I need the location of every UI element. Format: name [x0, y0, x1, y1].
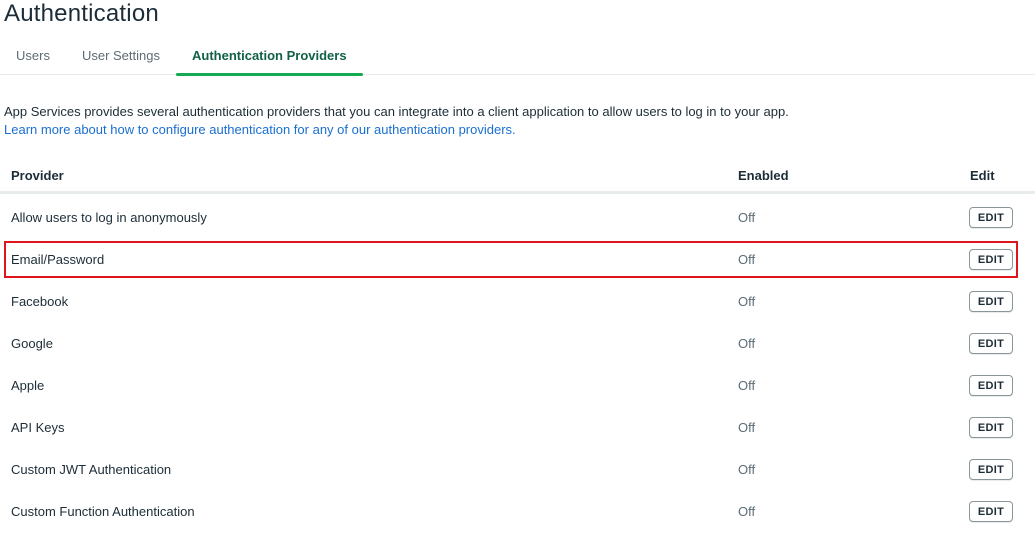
enabled-status: Off	[738, 420, 756, 435]
column-header-enabled: Enabled	[738, 168, 789, 183]
enabled-status: Off	[738, 462, 756, 477]
enabled-status: Off	[738, 210, 756, 225]
edit-google-button[interactable]: EDIT	[969, 333, 1013, 354]
enabled-status: Off	[738, 336, 756, 351]
table-row: Email/Password Off EDIT	[0, 238, 1035, 280]
provider-name: Google	[11, 336, 53, 351]
enabled-status: Off	[738, 252, 756, 267]
tab-authentication-providers[interactable]: Authentication Providers	[176, 40, 363, 76]
provider-table: Allow users to log in anonymously Off ED…	[0, 196, 1035, 532]
table-row: Facebook Off EDIT	[0, 280, 1035, 322]
edit-email-password-button[interactable]: EDIT	[969, 249, 1013, 270]
provider-name: Facebook	[11, 294, 69, 309]
table-row: Custom JWT Authentication Off EDIT	[0, 448, 1035, 490]
provider-name: Allow users to log in anonymously	[11, 210, 207, 225]
edit-facebook-button[interactable]: EDIT	[969, 291, 1013, 312]
table-row: Apple Off EDIT	[0, 364, 1035, 406]
column-header-provider: Provider	[11, 168, 64, 183]
provider-name: Email/Password	[11, 252, 105, 267]
page-title: Authentication	[4, 0, 159, 27]
enabled-status: Off	[738, 378, 756, 393]
edit-custom-jwt-button[interactable]: EDIT	[969, 459, 1013, 480]
table-row: Google Off EDIT	[0, 322, 1035, 364]
learn-more-link[interactable]: Learn more about how to configure authen…	[4, 121, 516, 139]
provider-name: Apple	[11, 378, 45, 393]
provider-name: Custom JWT Authentication	[11, 462, 172, 477]
table-header: Provider Enabled Edit	[0, 160, 1035, 194]
column-header-edit: Edit	[970, 168, 995, 183]
authentication-page: Authentication Users User Settings Authe…	[0, 0, 1035, 538]
edit-apple-button[interactable]: EDIT	[969, 375, 1013, 396]
table-row: API Keys Off EDIT	[0, 406, 1035, 448]
enabled-status: Off	[738, 504, 756, 519]
edit-anonymous-button[interactable]: EDIT	[969, 207, 1013, 228]
enabled-status: Off	[738, 294, 756, 309]
tab-user-settings[interactable]: User Settings	[66, 40, 176, 75]
provider-name: Custom Function Authentication	[11, 504, 195, 519]
tab-bar: Users User Settings Authentication Provi…	[0, 40, 1035, 76]
tab-users[interactable]: Users	[0, 40, 66, 75]
edit-api-keys-button[interactable]: EDIT	[969, 417, 1013, 438]
provider-name: API Keys	[11, 420, 65, 435]
edit-custom-function-button[interactable]: EDIT	[969, 501, 1013, 522]
table-row: Custom Function Authentication Off EDIT	[0, 490, 1035, 532]
intro-text: App Services provides several authentica…	[4, 104, 789, 119]
table-row: Allow users to log in anonymously Off ED…	[0, 196, 1035, 238]
